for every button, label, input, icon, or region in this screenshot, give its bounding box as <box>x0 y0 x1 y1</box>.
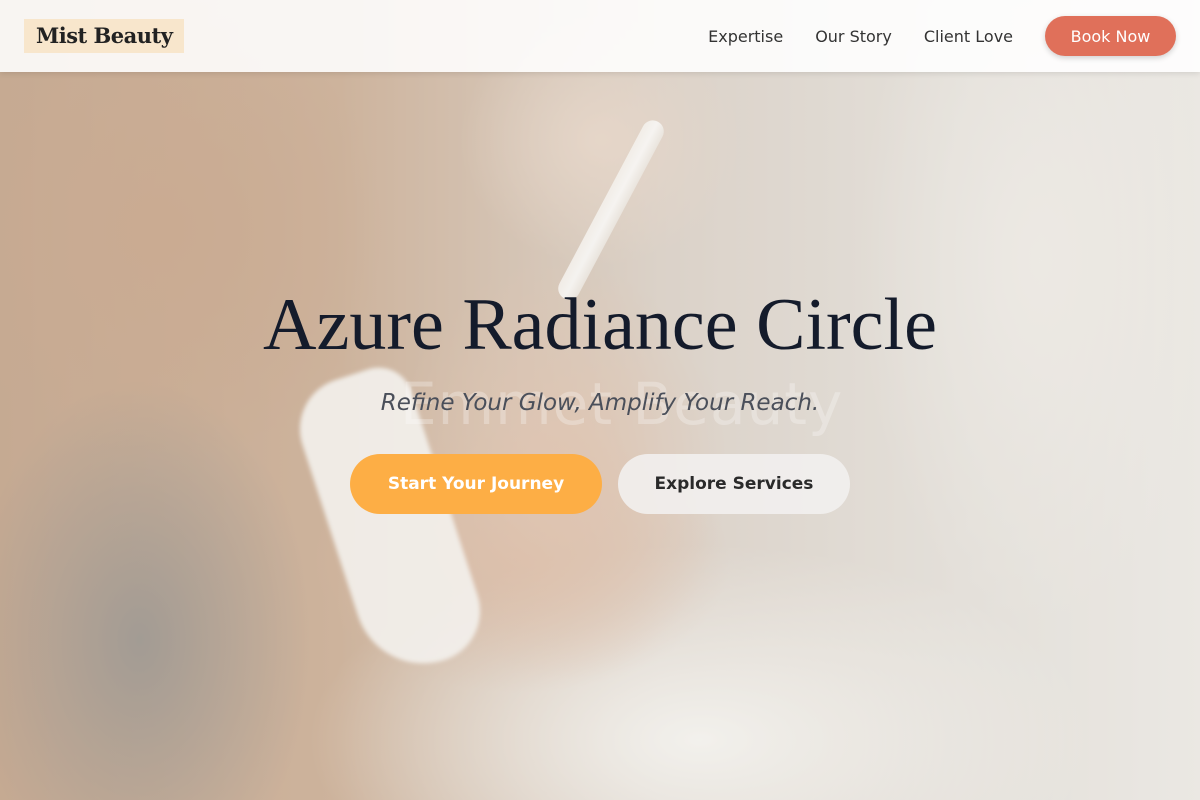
hero-section: Emmet Beauty Azure Radiance Circle Refin… <box>0 0 1200 800</box>
explore-services-button[interactable]: Explore Services <box>618 454 850 514</box>
main-nav: Expertise Our Story Client Love Book Now <box>676 16 1176 56</box>
hero-cta-row: Start Your Journey Explore Services <box>0 454 1200 514</box>
site-header: Mist Beauty Expertise Our Story Client L… <box>0 0 1200 72</box>
site-logo[interactable]: Mist Beauty <box>24 19 185 53</box>
hero-title: Azure Radiance Circle <box>263 284 937 366</box>
hero-content: Azure Radiance Circle Refine Your Glow, … <box>0 270 1200 514</box>
nav-link-our-story[interactable]: Our Story <box>815 27 892 46</box>
nav-link-client-love[interactable]: Client Love <box>924 27 1013 46</box>
nav-link-expertise[interactable]: Expertise <box>708 27 783 46</box>
hero-subtitle: Refine Your Glow, Amplify Your Reach. <box>380 390 820 416</box>
start-journey-button[interactable]: Start Your Journey <box>350 454 602 514</box>
book-now-button[interactable]: Book Now <box>1045 16 1176 56</box>
